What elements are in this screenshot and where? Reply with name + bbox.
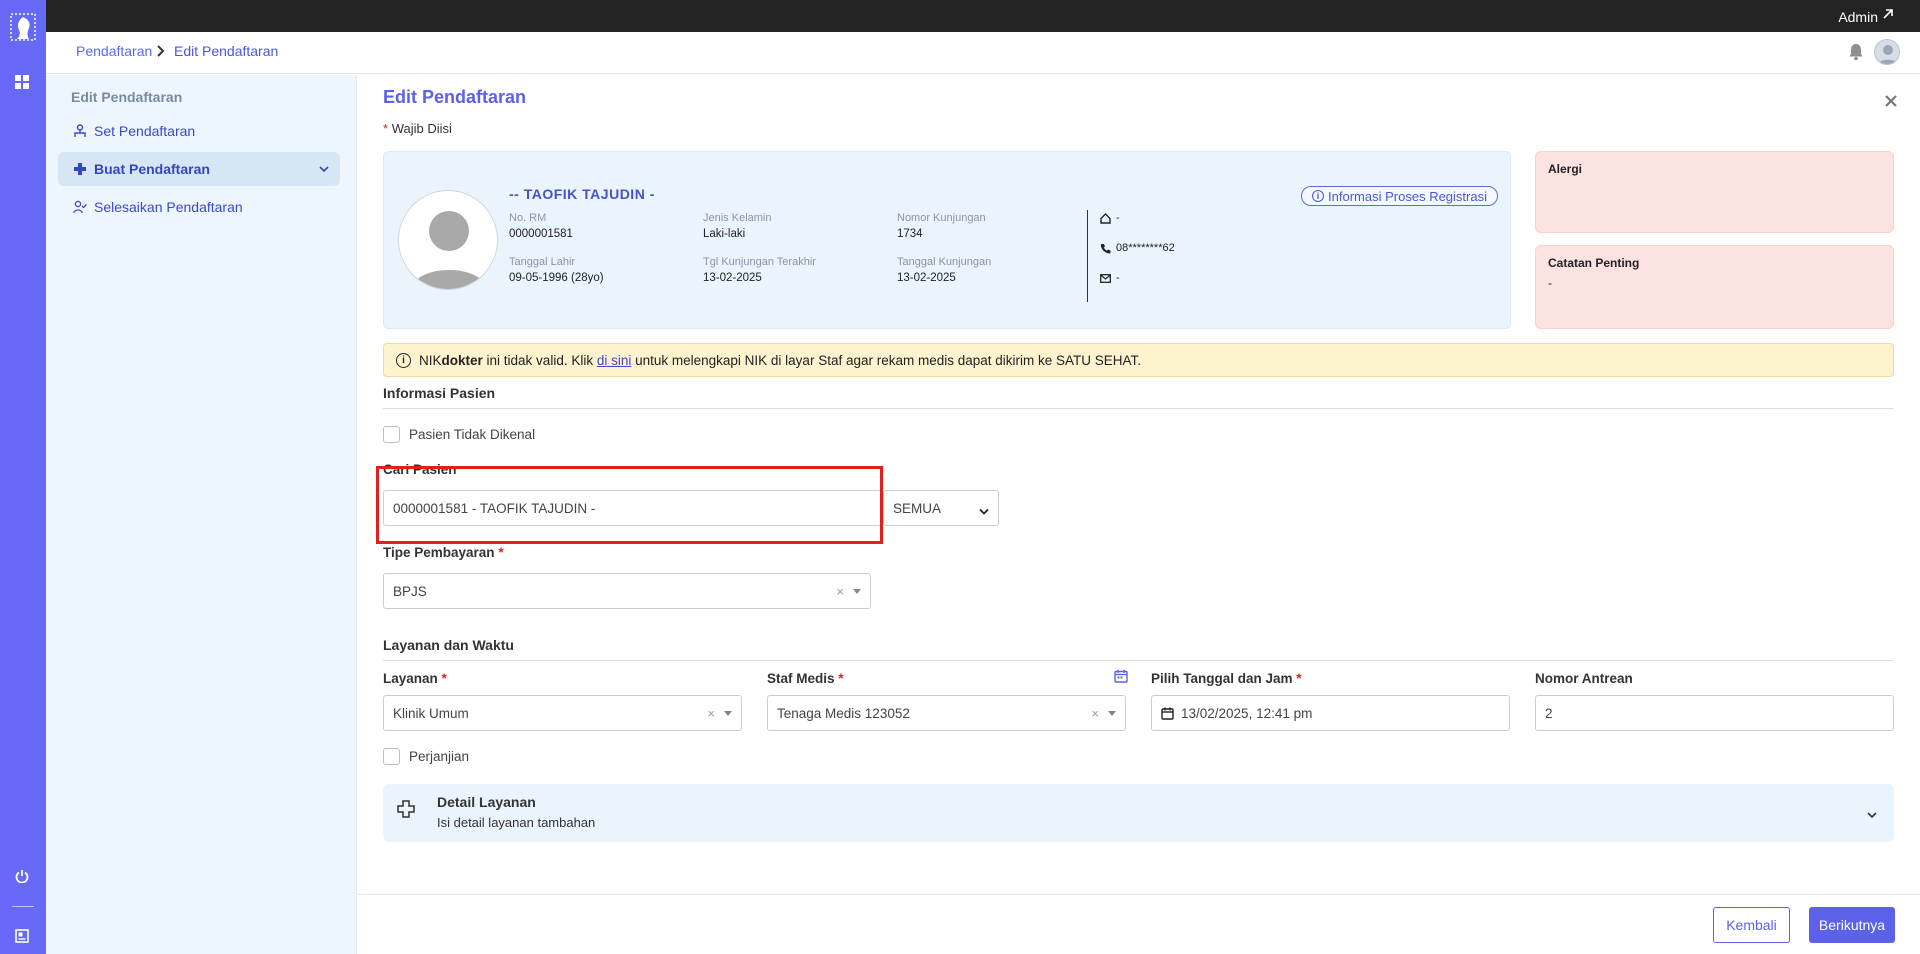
checkbox-box[interactable] <box>383 748 400 765</box>
nik-fix-link[interactable]: di sini <box>597 353 632 368</box>
dob-field: Tanggal Lahir 09-05-1996 (28yo) <box>509 256 604 284</box>
mail-icon <box>1100 273 1112 283</box>
chevron-right-icon <box>156 44 166 61</box>
clear-icon[interactable]: × <box>1091 706 1099 721</box>
bell-icon[interactable] <box>1848 43 1864 64</box>
visit-date-field: Tanggal Kunjungan 13-02-2025 <box>897 256 992 284</box>
service-detail-title: Detail Layanan <box>437 794 536 810</box>
user-check-icon <box>72 199 88 215</box>
chevron-down-icon <box>853 589 861 594</box>
back-button[interactable]: Kembali <box>1713 907 1790 943</box>
service-select[interactable]: Klinik Umum × <box>383 695 742 731</box>
last-visit-field: Tgl Kunjungan Terakhir 13-02-2025 <box>703 256 816 284</box>
gender-field: Jenis Kelamin Laki-laki <box>703 212 772 240</box>
info-icon: i <box>1312 190 1325 202</box>
patient-name: -- TAOFIK TAJUDIN - <box>509 186 655 202</box>
allergy-title: Alergi <box>1548 162 1583 176</box>
datetime-label: Pilih Tanggal dan Jam * <box>1151 671 1302 686</box>
visit-number-field: Nomor Kunjungan 1734 <box>897 212 986 240</box>
payment-type-label: Tipe Pembayaran * <box>383 545 504 560</box>
important-note-value: - <box>1548 276 1552 290</box>
chevron-down-icon <box>724 711 732 716</box>
clear-icon[interactable]: × <box>707 706 715 721</box>
breadcrumb: Pendaftaran Edit Pendaftaran <box>46 32 1920 74</box>
next-button[interactable]: Berikutnya <box>1809 907 1895 943</box>
patient-photo <box>398 190 498 290</box>
contact-phone: 08********62 <box>1100 242 1175 254</box>
datetime-input[interactable]: 13/02/2025, 12:41 pm <box>1151 695 1510 731</box>
patient-filter-select[interactable]: SEMUA <box>883 490 999 526</box>
card-divider <box>1087 210 1088 302</box>
chevron-down-icon <box>979 504 989 519</box>
sidebar-title: Edit Pendaftaran <box>71 89 183 105</box>
service-detail-accordion[interactable]: Detail Layanan Isi detail layanan tambah… <box>383 784 1894 842</box>
queue-number-input[interactable]: 2 <box>1535 695 1894 731</box>
contact-email: - <box>1100 272 1120 284</box>
sidebar-item-label: Buat Pendaftaran <box>94 161 210 177</box>
chevron-down-icon[interactable] <box>318 162 330 178</box>
important-note-title: Catatan Penting <box>1548 256 1640 270</box>
important-note-panel: Catatan Penting - <box>1535 245 1894 329</box>
app-rail <box>0 0 46 954</box>
close-icon[interactable] <box>1884 91 1898 114</box>
footer-divider <box>358 894 1920 895</box>
queue-number-label: Nomor Antrean <box>1535 671 1633 686</box>
patient-card: -- TAOFIK TAJUDIN - i Informasi Proses R… <box>383 151 1511 329</box>
people-icon <box>72 123 88 139</box>
contact-address: - <box>1100 212 1120 224</box>
appointment-checkbox[interactable]: Perjanjian <box>383 748 469 765</box>
breadcrumb-root-link[interactable]: Pendaftaran <box>76 43 152 59</box>
rm-field: No. RM 0000001581 <box>509 212 573 240</box>
plus-cross-icon <box>72 161 88 177</box>
section-divider <box>383 408 1894 409</box>
report-icon[interactable] <box>13 927 31 945</box>
highlight-frame <box>376 466 883 544</box>
service-label: Layanan * <box>383 671 447 686</box>
sidebar-item-set-pendaftaran[interactable]: Set Pendaftaran <box>58 114 340 148</box>
section-service-time: Layanan dan Waktu <box>383 637 514 653</box>
calendar-icon <box>1161 707 1174 720</box>
required-note: * Wajib Diisi <box>383 121 452 136</box>
sidebar-item-label: Set Pendaftaran <box>94 123 196 139</box>
medical-staff-label: Staf Medis * <box>767 671 844 686</box>
sidebar: Edit Pendaftaran Set Pendaftaran Buat Pe… <box>46 75 357 954</box>
service-detail-subtitle: Isi detail layanan tambahan <box>437 815 596 830</box>
medical-staff-select[interactable]: Tenaga Medis 123052 × <box>767 695 1126 731</box>
app-logo-icon[interactable] <box>9 12 37 42</box>
clear-icon[interactable]: × <box>836 584 844 599</box>
allergy-panel: Alergi <box>1535 151 1894 233</box>
home-icon <box>1100 212 1112 224</box>
sidebar-item-label: Selesaikan Pendaftaran <box>94 199 243 215</box>
section-divider <box>383 660 1894 661</box>
main-content: Edit Pendaftaran * Wajib Diisi -- TAOFIK… <box>358 75 1920 954</box>
sidebar-item-buat-pendaftaran[interactable]: Buat Pendaftaran <box>58 152 340 186</box>
breadcrumb-current: Edit Pendaftaran <box>174 43 279 59</box>
dashboard-grid-icon[interactable] <box>13 73 31 91</box>
info-icon: i <box>396 352 411 368</box>
user-menu-label[interactable]: Admin <box>1838 9 1878 25</box>
checkbox-box[interactable] <box>383 426 400 443</box>
sidebar-item-selesaikan-pendaftaran[interactable]: Selesaikan Pendaftaran <box>58 190 340 224</box>
top-bar: Admin <box>46 0 1920 32</box>
plus-cross-icon <box>397 800 415 821</box>
phone-icon <box>1100 243 1112 254</box>
page-title: Edit Pendaftaran <box>383 87 527 107</box>
power-icon[interactable] <box>13 867 31 885</box>
chevron-down-icon <box>1108 711 1116 716</box>
calendar-icon[interactable] <box>1114 669 1128 686</box>
registration-info-button[interactable]: i Informasi Proses Registrasi <box>1301 186 1498 206</box>
chevron-down-icon[interactable] <box>1866 808 1878 823</box>
user-avatar[interactable] <box>1874 39 1900 65</box>
section-patient-info: Informasi Pasien <box>383 385 496 401</box>
rail-divider <box>12 906 34 907</box>
external-arrow-icon[interactable] <box>1882 8 1894 23</box>
unknown-patient-checkbox[interactable]: Pasien Tidak Dikenal <box>383 426 535 443</box>
nik-warning-banner: i NIK dokter ini tidak valid. Klik di si… <box>383 343 1894 377</box>
payment-type-select[interactable]: BPJS × <box>383 573 871 609</box>
